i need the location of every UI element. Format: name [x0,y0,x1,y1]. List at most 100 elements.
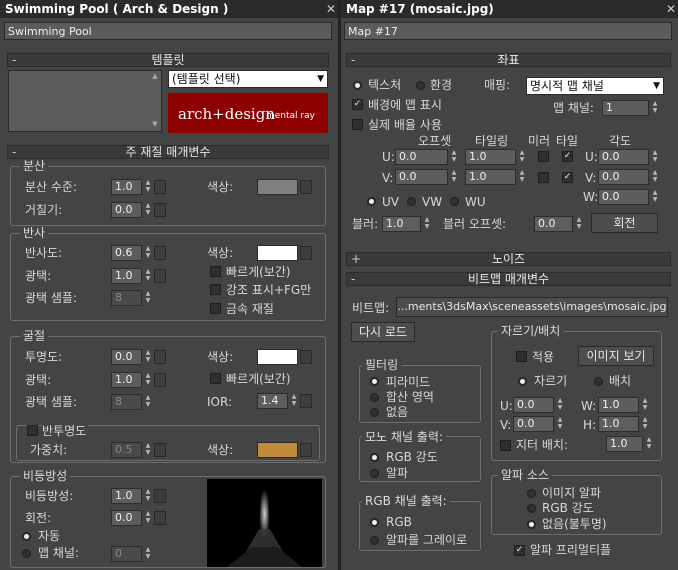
refr-gloss-spinner[interactable]: 1.0 ▲ ▼ [111,372,153,388]
crop-w-spinner[interactable]: 1.0 ▲ ▼ [598,397,650,413]
reflectivity-map-button[interactable] [154,246,166,260]
vw-radio[interactable] [407,197,416,206]
refr-samples-spinner[interactable]: 8 ▲ ▼ [111,394,153,410]
v-tile-checkbox[interactable]: ✓ [562,172,573,183]
u-angle-spinner[interactable]: 0.0 ▲ ▼ [598,149,660,165]
aniso-map-channel-spinner[interactable]: 0 ▲ ▼ [111,546,153,562]
rgb-radio[interactable] [370,518,379,527]
crop-h-spinner[interactable]: 1.0 ▲ ▼ [598,416,650,432]
angle-header: 각도 [609,134,632,148]
v-mirror-checkbox[interactable] [538,172,549,183]
scroll-up-icon[interactable]: ▲ [150,72,160,82]
crop-apply-checkbox[interactable] [516,351,527,362]
w-angle-spinner[interactable]: 0.0 ▲ ▼ [598,189,660,205]
scroll-down-icon[interactable]: ▼ [150,120,160,130]
refl-color-map-button[interactable] [300,246,312,260]
summed-area-radio[interactable] [370,393,379,402]
environment-radio[interactable] [416,81,425,90]
v-offset-spinner[interactable]: 0.0 ▲ ▼ [395,169,459,185]
jitter-spinner[interactable]: 1.0 ▲ ▼ [606,436,654,452]
bitmap-params-header[interactable]: - 비트맵 매개변수 [346,272,671,286]
texture-radio[interactable] [353,81,362,90]
refr-color-swatch[interactable] [257,349,298,365]
noise-rollout-header[interactable]: + 노이즈 [346,252,671,266]
arch-design-logo: arch+design mental ray [168,93,328,133]
highlights-fg-checkbox[interactable] [210,284,221,295]
none-filter-radio[interactable] [370,408,379,417]
anisotropy-map-button[interactable] [154,489,166,503]
refr-color-map-button[interactable] [300,350,312,364]
refl-samples-spinner[interactable]: 8 ▲ ▼ [111,290,153,306]
close-icon[interactable]: ✕ [666,0,676,18]
place-radio[interactable] [594,377,603,386]
reflectivity-spinner[interactable]: 0.6 ▲ ▼ [111,245,153,261]
u-mirror-checkbox[interactable] [538,151,549,162]
refr-fast-checkbox[interactable] [210,373,221,384]
u-tiling-spinner[interactable]: 1.0 ▲ ▼ [465,149,527,165]
premultiplied-alpha-checkbox[interactable]: ✓ [514,545,525,556]
v-angle-spinner[interactable]: 0.0 ▲ ▼ [598,169,660,185]
map-name-field[interactable]: Map #17 [344,22,672,40]
diffuse-color-map-button[interactable] [300,180,312,194]
refl-color-swatch[interactable] [257,245,298,261]
refl-gloss-map-button[interactable] [154,269,166,283]
ior-spinner[interactable]: 1.4 ▲ ▼ [257,393,299,409]
pyramid-radio[interactable] [370,377,379,386]
blur-spinner[interactable]: 1.0 ▲ ▼ [382,216,432,232]
alpha-rgb-intensity-radio[interactable] [527,504,536,513]
rotation-map-button[interactable] [154,511,166,525]
crop-u-spinner[interactable]: 0.0 ▲ ▼ [513,397,565,413]
material-name-field[interactable]: Swimming Pool [4,22,332,40]
mapping-dropdown[interactable]: 명시적 맵 채널 ▼ [526,77,664,95]
reload-button[interactable]: 다시 로드 [351,322,415,342]
templates-rollout-header[interactable]: - 템플릿 [7,53,329,67]
transparency-spinner[interactable]: 0.0 ▲ ▼ [111,349,153,365]
u-offset-spinner[interactable]: 0.0 ▲ ▼ [395,149,459,165]
weight-map-button[interactable] [154,443,166,457]
mono-rgb-intensity-radio[interactable] [370,453,379,462]
transl-color-swatch[interactable] [257,442,298,458]
bitmap-path-button[interactable]: ...ments\3dsMax\sceneassets\images\mosai… [396,297,668,317]
templates-list[interactable]: ▲ ▼ [8,70,162,132]
uv-radio[interactable] [367,197,376,206]
wu-radio[interactable] [450,197,459,206]
translucency-checkbox[interactable] [27,425,38,436]
close-icon[interactable]: ✕ [326,0,336,18]
weight-spinner[interactable]: 0.5 ▲ ▼ [111,442,153,458]
rotate-button[interactable]: 회전 [591,213,658,233]
v-tiling-spinner[interactable]: 1.0 ▲ ▼ [465,169,527,185]
crop-v-spinner[interactable]: 0.0 ▲ ▼ [513,416,565,432]
jitter-checkbox[interactable] [500,440,511,451]
rotation-spinner[interactable]: 0.0 ▲ ▼ [111,510,153,526]
map-channel-spinner[interactable]: 1 ▲ ▼ [602,100,660,116]
map-channel-radio[interactable] [22,549,31,558]
alpha-as-gray-radio[interactable] [370,536,379,545]
mono-alpha-radio[interactable] [370,469,379,478]
transl-color-map-button[interactable] [300,443,312,457]
blur-offset-spinner[interactable]: 0.0 ▲ ▼ [534,216,584,232]
main-material-params-header[interactable]: -주 재질 매개변수 [7,145,329,159]
coordinates-rollout-header[interactable]: - 좌표 [346,53,671,67]
anisotropy-spinner[interactable]: 1.0 ▲ ▼ [111,488,153,504]
image-alpha-radio[interactable] [527,489,536,498]
auto-radio[interactable] [22,532,31,541]
roughness-map-button[interactable] [154,203,166,217]
show-map-on-back-checkbox[interactable]: ✓ [352,99,363,110]
ior-map-button[interactable] [300,394,312,408]
diffuse-level-spinner[interactable]: 1.0 ▲ ▼ [111,179,153,195]
template-dropdown[interactable]: (템플릿 선택) ▼ [168,70,328,88]
roughness-spinner[interactable]: 0.0 ▲ ▼ [111,202,153,218]
refl-gloss-spinner[interactable]: 1.0 ▲ ▼ [111,268,153,284]
real-world-scale-checkbox[interactable] [352,119,363,130]
u-tile-checkbox[interactable]: ✓ [562,151,573,162]
refl-fast-checkbox[interactable] [210,266,221,277]
metal-material-checkbox[interactable] [210,303,221,314]
crop-radio[interactable] [518,377,527,386]
transparency-map-button[interactable] [154,350,166,364]
diffuse-group [10,166,326,226]
diffuse-level-map-button[interactable] [154,180,166,194]
none-opaque-radio[interactable] [527,520,536,529]
refr-gloss-map-button[interactable] [154,373,166,387]
diffuse-color-swatch[interactable] [257,179,298,195]
view-image-button[interactable]: 이미지 보기 [578,346,654,366]
